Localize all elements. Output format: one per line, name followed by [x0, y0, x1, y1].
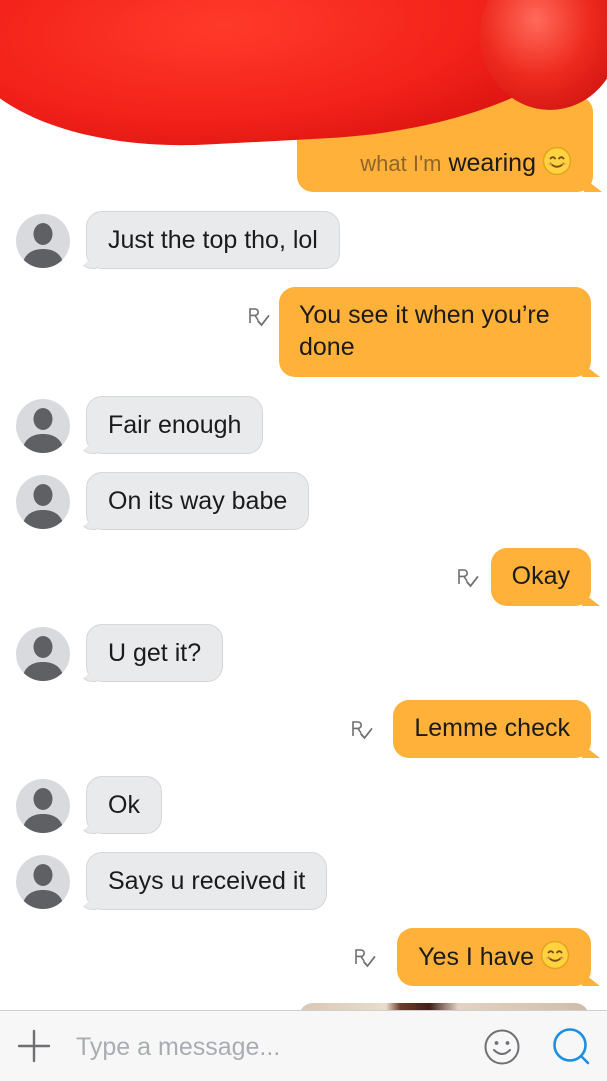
send-icon[interactable] — [551, 1026, 591, 1066]
message-bubble-incoming[interactable]: Says u received it — [86, 852, 328, 910]
avatar[interactable] — [16, 627, 70, 681]
message-bubble-incoming[interactable]: Ok — [86, 776, 162, 834]
message-text: Ok — [108, 791, 140, 819]
message-bubble-incoming[interactable]: U get it? — [86, 624, 224, 682]
read-receipt-icon — [456, 566, 482, 592]
message-text: Yes I have — [418, 943, 534, 971]
message-text: wearing — [448, 149, 536, 177]
smiling-face-icon — [542, 146, 572, 176]
chat-thread[interactable]: what I'm wearing Just the top tho, lol Y… — [0, 0, 607, 1010]
message-composer — [0, 1010, 607, 1081]
redacted-prefix-text: what I'm — [360, 151, 442, 176]
emoji-icon[interactable] — [483, 1028, 521, 1066]
image-message-thumbnail[interactable] — [299, 1003, 589, 1010]
message-bubble-outgoing[interactable]: Okay — [490, 548, 591, 606]
message-bubble-incoming[interactable]: Just the top tho, lol — [86, 211, 340, 269]
plus-icon[interactable] — [16, 1028, 52, 1064]
message-bubble-incoming[interactable]: On its way babe — [86, 472, 310, 530]
message-text: Says u received it — [108, 867, 306, 895]
message-text: You see it when you’re done — [299, 301, 550, 361]
avatar[interactable] — [16, 779, 70, 833]
message-text: Lemme check — [414, 714, 570, 742]
message-text: U get it? — [108, 639, 202, 667]
message-bubble-outgoing[interactable]: You see it when you’re done — [279, 287, 591, 377]
message-bubble-outgoing[interactable]: Yes I have — [397, 928, 591, 986]
smiling-face-icon — [540, 940, 570, 970]
avatar[interactable] — [16, 399, 70, 453]
message-input[interactable] — [74, 1027, 468, 1067]
avatar[interactable] — [16, 475, 70, 529]
read-receipt-icon — [247, 305, 273, 331]
message-bubble-incoming[interactable]: Fair enough — [86, 396, 264, 454]
read-receipt-icon — [353, 946, 379, 972]
message-text: Okay — [511, 562, 570, 590]
message-text: Fair enough — [108, 411, 242, 439]
message-text: Just the top tho, lol — [108, 226, 318, 254]
avatar[interactable] — [16, 855, 70, 909]
message-bubble-outgoing[interactable]: Lemme check — [393, 700, 591, 758]
read-receipt-icon — [350, 718, 376, 744]
message-text: On its way babe — [108, 487, 288, 515]
avatar[interactable] — [16, 214, 70, 268]
